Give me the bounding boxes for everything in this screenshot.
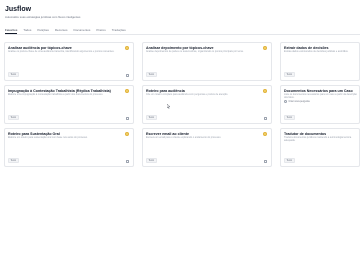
workflow-card[interactable]: Analisar audiência por tópicos-chave Ana… xyxy=(4,42,134,81)
type-chip: Texto xyxy=(284,72,295,77)
tab-documentos[interactable]: Documentos xyxy=(74,28,91,34)
card-description: Analise depoimentos de partes ou testemu… xyxy=(146,50,244,53)
card-description: Traduza documentos jurídicos mantendo a … xyxy=(284,136,352,142)
type-chip: Texto xyxy=(146,115,157,120)
favorite-star-icon[interactable] xyxy=(263,89,267,93)
workflow-card[interactable]: Tradutor de documentos Traduza documento… xyxy=(280,128,360,167)
mouse-cursor-icon xyxy=(167,104,170,109)
card-description: Liste os documentos necessários para um … xyxy=(284,93,357,99)
tab-recursos[interactable]: Recursos xyxy=(55,28,68,34)
type-chip: Texto xyxy=(146,72,157,77)
toggle-label: Criar nova pergunta xyxy=(288,100,310,103)
tab-prazos[interactable]: Prazos xyxy=(96,28,105,34)
copy-icon[interactable] xyxy=(263,116,267,120)
copy-icon[interactable] xyxy=(125,159,129,163)
favorite-star-icon[interactable] xyxy=(125,132,129,136)
tab-favoritos[interactable]: Favoritos xyxy=(5,28,18,34)
workflow-card[interactable]: Roteiro para audiência Crie um roteiro c… xyxy=(142,85,272,124)
type-chip: Texto xyxy=(284,115,295,120)
workflow-card[interactable]: Roteiro para Sustentação Oral Elabore um… xyxy=(4,128,134,167)
type-chip: Texto xyxy=(8,115,19,120)
page-subtitle: Automatize suas estratégias jurídicas co… xyxy=(5,15,81,19)
page-title: Jusflow xyxy=(5,6,32,13)
new-question-toggle[interactable]: Criar nova pergunta xyxy=(284,100,310,103)
type-chip: Texto xyxy=(8,72,19,77)
radio-icon xyxy=(284,100,287,103)
favorite-star-icon[interactable] xyxy=(263,46,267,50)
type-chip: Texto xyxy=(8,158,19,163)
card-description: Elabore uma impugnação à contestação tra… xyxy=(8,93,104,96)
type-chip: Texto xyxy=(284,158,295,163)
favorite-star-icon[interactable] xyxy=(125,89,129,93)
tab-bar: Favoritos Todos Petições Recursos Docume… xyxy=(5,28,360,35)
tab-peticoes[interactable]: Petições xyxy=(37,28,49,34)
card-description: Crie um roteiro completo para audiência … xyxy=(146,93,228,96)
workflow-card[interactable]: Documentos Necessários para um Caso List… xyxy=(280,85,360,124)
tab-todos[interactable]: Todos xyxy=(23,28,31,34)
workflow-card[interactable]: Analisar depoimento por tópicos-chave An… xyxy=(142,42,272,81)
page-header: Jusflow Automatize suas estratégias jurí… xyxy=(5,6,360,19)
workflow-card[interactable]: Escrever email ao cliente Escreva um ema… xyxy=(142,128,272,167)
favorite-star-icon[interactable] xyxy=(263,132,267,136)
favorite-star-icon[interactable] xyxy=(125,46,129,50)
workflow-card[interactable]: Impugnação à Contestação Trabalhista (Ré… xyxy=(4,85,134,124)
type-chip: Texto xyxy=(146,158,157,163)
card-description: Elabore um roteiro para sustentação oral… xyxy=(8,136,88,139)
copy-icon[interactable] xyxy=(125,73,129,77)
copy-icon[interactable] xyxy=(263,159,267,163)
card-description: Analise os pontos-chave de uma audiência… xyxy=(8,50,115,53)
card-description: Escreva um email para o cliente explican… xyxy=(146,136,222,139)
copy-icon[interactable] xyxy=(125,116,129,120)
card-description: Extraia dados estruturados de decisões j… xyxy=(284,50,349,53)
workflow-card[interactable]: Extrair dados de decisões Extraia dados … xyxy=(280,42,360,81)
tab-traducoes[interactable]: Traduções xyxy=(112,28,126,34)
